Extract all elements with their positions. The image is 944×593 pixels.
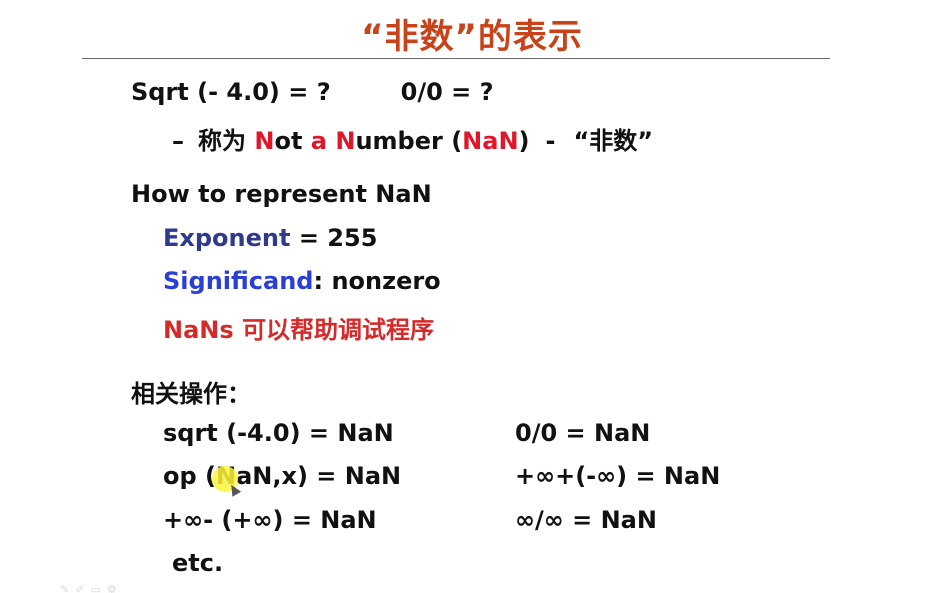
settings-icon[interactable]: ⚙ [107, 583, 123, 593]
op-right-zero-div: 0/0 = NaN [515, 419, 651, 447]
op-left-inf-diff: +∞- (+∞) = NaN [163, 506, 377, 534]
etc-text: etc. [172, 549, 224, 577]
exponent-value: = 255 [298, 224, 378, 252]
not-rest: ot [274, 127, 303, 155]
bullet-dash: – [172, 127, 184, 155]
pencil-icon[interactable]: ✐ [75, 583, 90, 593]
op-left-sqrt: sqrt (-4.0) = NaN [163, 419, 394, 447]
question-line: Sqrt (- 4.0) = ? 0/0 = ? [131, 78, 494, 106]
nan-letter-n2: N [335, 127, 356, 155]
nan-abbrev: NaN [462, 127, 519, 155]
called-label: 称为 [198, 127, 246, 155]
cn-nan-term: “非数” [573, 127, 654, 155]
op-left-nan-x: op (NaN,x) = NaN [163, 462, 402, 490]
op-right-inf-div: ∞/∞ = NaN [515, 506, 657, 534]
title-divider [82, 58, 830, 59]
exponent-label: Exponent [163, 224, 291, 252]
paren-open: ( [451, 127, 463, 155]
operations-heading: 相关操作： [131, 380, 251, 408]
debug-note: NaNs 可以帮助调试程序 [163, 316, 435, 344]
represent-heading: How to represent NaN [131, 180, 432, 208]
significand-line: Significand: nonzero [163, 267, 441, 295]
nan-letter-a: a [310, 127, 327, 155]
notes-icon[interactable]: ▭ [90, 583, 106, 593]
significand-label: Significand [163, 267, 314, 295]
paren-close: ) [518, 127, 530, 155]
pen-icon[interactable]: ✎ [60, 583, 75, 593]
significand-value: : nonzero [313, 267, 441, 295]
nan-definition-line: – 称为 Not a Number (NaN) - “非数” [172, 121, 653, 156]
presentation-toolbar[interactable]: ✎✐▭⚙ [60, 583, 123, 593]
op-right-inf-sum: +∞+(-∞) = NaN [515, 462, 721, 490]
exponent-line: Exponent = 255 [163, 224, 377, 252]
separator: - [545, 127, 556, 155]
zero-div-question: 0/0 = ? [400, 78, 494, 106]
sqrt-question: Sqrt (- 4.0) = ? [131, 78, 331, 106]
umber-rest: umber [355, 127, 443, 155]
nan-letter-n: N [254, 127, 275, 155]
slide-title: “非数”的表示 [361, 17, 583, 57]
